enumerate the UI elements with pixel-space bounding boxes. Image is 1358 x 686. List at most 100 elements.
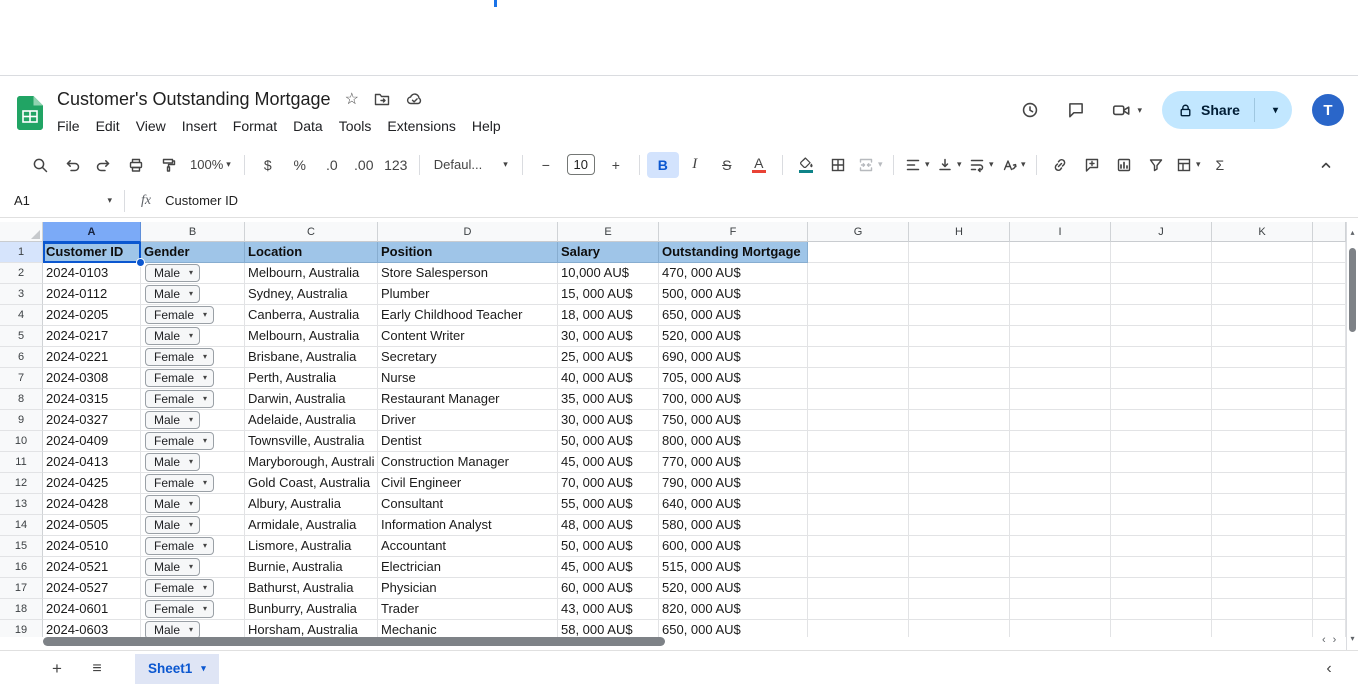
gender-dropdown[interactable]: Male ▾ [145, 495, 201, 513]
cell-J6[interactable] [1111, 347, 1212, 368]
cell-E7[interactable]: 40, 000 AU$ [558, 368, 659, 389]
cell-G4[interactable] [808, 305, 909, 326]
cell-G6[interactable] [808, 347, 909, 368]
cell-C10[interactable]: Townsville, Australia [245, 431, 378, 452]
row-header-4[interactable]: 4 [0, 305, 43, 326]
cell-B2[interactable]: Male ▾ [141, 263, 245, 284]
cell-G16[interactable] [808, 557, 909, 578]
cell-B17[interactable]: Female ▾ [141, 578, 245, 599]
menu-view[interactable]: View [128, 115, 174, 137]
tab-sheet1[interactable]: Sheet1 ▾ [135, 653, 219, 684]
cell-I8[interactable] [1010, 389, 1111, 410]
cell-G19[interactable] [808, 620, 909, 637]
column-header-B[interactable]: B [141, 222, 245, 242]
cell-D16[interactable]: Electrician [378, 557, 558, 578]
gender-dropdown[interactable]: Male ▾ [145, 453, 201, 471]
create-filter-button[interactable] [1140, 152, 1172, 178]
cell-H5[interactable] [909, 326, 1010, 347]
vertical-align-button[interactable]: ▾ [933, 152, 965, 178]
insert-chart-button[interactable] [1108, 152, 1140, 178]
row-header-14[interactable]: 14 [0, 515, 43, 536]
cell-I19[interactable] [1010, 620, 1111, 637]
cell-D4[interactable]: Early Childhood Teacher [378, 305, 558, 326]
menu-help[interactable]: Help [464, 115, 509, 137]
cell-G9[interactable] [808, 410, 909, 431]
italic-button[interactable]: I [679, 152, 711, 178]
cell-D9[interactable]: Driver [378, 410, 558, 431]
cell-A15[interactable]: 2024-0510 [43, 536, 141, 557]
cell-H17[interactable] [909, 578, 1010, 599]
paint-format-button[interactable] [152, 152, 184, 178]
horizontal-scroll-thumb[interactable] [43, 637, 665, 646]
cell-G10[interactable] [808, 431, 909, 452]
horizontal-align-button[interactable]: ▾ [901, 152, 933, 178]
horizontal-scrollbar[interactable] [43, 637, 1320, 647]
cell-C5[interactable]: Melbourn, Australia [245, 326, 378, 347]
cell-F18[interactable]: 820, 000 AU$ [659, 599, 808, 620]
cell-H2[interactable] [909, 263, 1010, 284]
menu-tools[interactable]: Tools [331, 115, 380, 137]
cell-C1[interactable]: Location [245, 242, 378, 263]
cell-L3[interactable] [1313, 284, 1346, 305]
fill-handle[interactable] [136, 258, 145, 267]
cell-K18[interactable] [1212, 599, 1313, 620]
cell-L17[interactable] [1313, 578, 1346, 599]
cell-B4[interactable]: Female ▾ [141, 305, 245, 326]
add-sheet-button[interactable]: + [43, 655, 71, 683]
gender-dropdown[interactable]: Male ▾ [145, 411, 201, 429]
cell-I2[interactable] [1010, 263, 1111, 284]
row-header-12[interactable]: 12 [0, 473, 43, 494]
cell-D12[interactable]: Civil Engineer [378, 473, 558, 494]
cell-H4[interactable] [909, 305, 1010, 326]
cell-L14[interactable] [1313, 515, 1346, 536]
cell-K14[interactable] [1212, 515, 1313, 536]
comments-icon[interactable] [1063, 97, 1089, 123]
cell-I16[interactable] [1010, 557, 1111, 578]
cell-A4[interactable]: 2024-0205 [43, 305, 141, 326]
cell-F16[interactable]: 515, 000 AU$ [659, 557, 808, 578]
cell-D15[interactable]: Accountant [378, 536, 558, 557]
cloud-status-icon[interactable] [405, 90, 424, 108]
cell-K19[interactable] [1212, 620, 1313, 637]
cell-G2[interactable] [808, 263, 909, 284]
cell-I17[interactable] [1010, 578, 1111, 599]
cell-B19[interactable]: Male ▾ [141, 620, 245, 637]
cell-A11[interactable]: 2024-0413 [43, 452, 141, 473]
gender-dropdown[interactable]: Male ▾ [145, 264, 201, 282]
cell-C19[interactable]: Horsham, Australia [245, 620, 378, 637]
gender-dropdown[interactable]: Female ▾ [145, 537, 215, 555]
row-header-8[interactable]: 8 [0, 389, 43, 410]
cell-E1[interactable]: Salary [558, 242, 659, 263]
cell-F11[interactable]: 770, 000 AU$ [659, 452, 808, 473]
cell-H6[interactable] [909, 347, 1010, 368]
scroll-left-icon[interactable]: ‹ [1322, 634, 1326, 646]
redo-button[interactable] [88, 152, 120, 178]
cell-I15[interactable] [1010, 536, 1111, 557]
cell-C17[interactable]: Bathurst, Australia [245, 578, 378, 599]
cell-K1[interactable] [1212, 242, 1313, 263]
cell-K17[interactable] [1212, 578, 1313, 599]
increase-font-button[interactable]: + [600, 152, 632, 178]
cell-J1[interactable] [1111, 242, 1212, 263]
cell-K10[interactable] [1212, 431, 1313, 452]
scroll-up-icon[interactable]: ▴ [1347, 226, 1358, 238]
cell-E3[interactable]: 15, 000 AU$ [558, 284, 659, 305]
gender-dropdown[interactable]: Male ▾ [145, 621, 201, 637]
cell-A5[interactable]: 2024-0217 [43, 326, 141, 347]
cell-F15[interactable]: 600, 000 AU$ [659, 536, 808, 557]
increase-decimal-button[interactable]: .00 [348, 152, 380, 178]
cell-F3[interactable]: 500, 000 AU$ [659, 284, 808, 305]
gender-dropdown[interactable]: Female ▾ [145, 579, 215, 597]
cell-G13[interactable] [808, 494, 909, 515]
all-sheets-button[interactable]: ≡ [83, 655, 111, 683]
cell-B7[interactable]: Female ▾ [141, 368, 245, 389]
cell-H3[interactable] [909, 284, 1010, 305]
cell-D7[interactable]: Nurse [378, 368, 558, 389]
cell-B9[interactable]: Male ▾ [141, 410, 245, 431]
cell-L18[interactable] [1313, 599, 1346, 620]
borders-button[interactable] [822, 152, 854, 178]
star-icon[interactable]: ☆ [345, 89, 359, 109]
cell-I3[interactable] [1010, 284, 1111, 305]
cell-K3[interactable] [1212, 284, 1313, 305]
percent-format-button[interactable]: % [284, 152, 316, 178]
